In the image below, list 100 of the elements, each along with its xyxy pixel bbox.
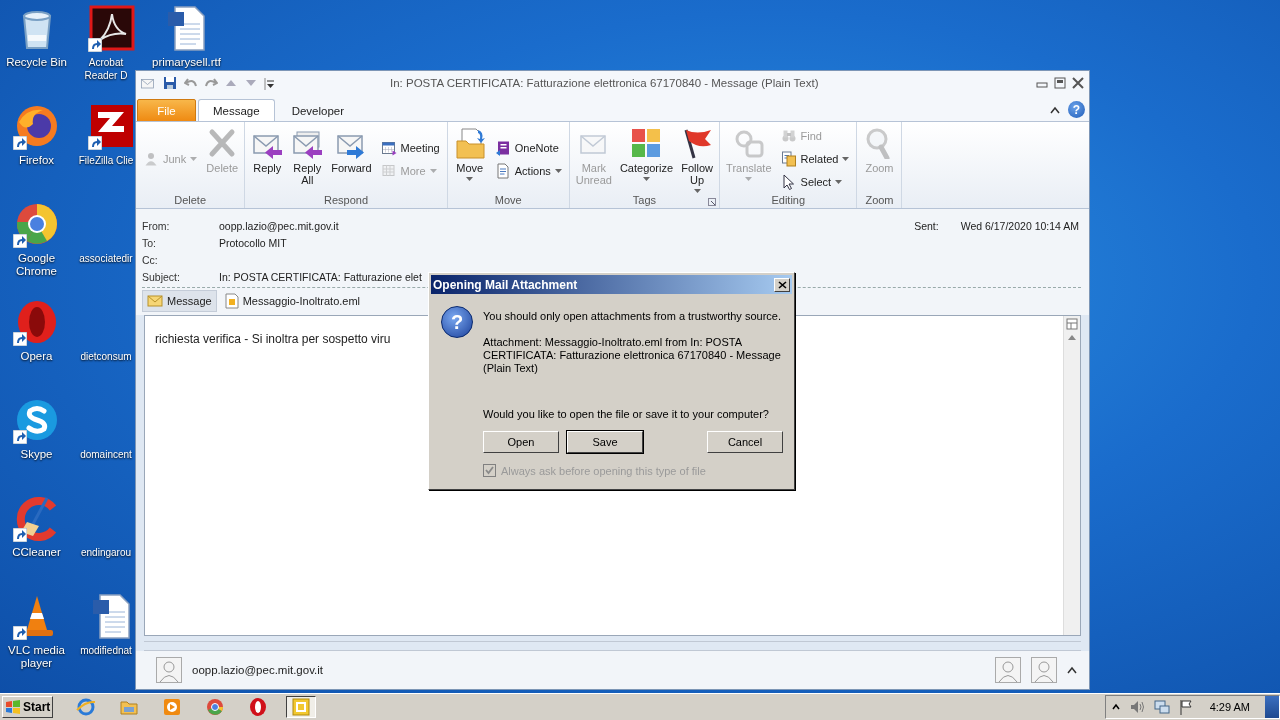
desktop-icon-label[interactable]: Skype (20, 448, 53, 461)
desktop-icon-label[interactable]: Google Chrome (0, 252, 73, 278)
scroll-up-icon[interactable] (1067, 333, 1077, 341)
ribbon-button[interactable]: Actions (492, 161, 564, 180)
customize-icon[interactable] (264, 76, 274, 90)
field-label: Sent: (914, 219, 939, 232)
browser-icon (76, 697, 96, 717)
message-body-text: richiesta verifica - Si inoltra per sospetto viru (155, 332, 391, 346)
desktop-icon-label[interactable]: endingarou (77, 546, 135, 559)
ribbon-button[interactable]: Related (778, 150, 852, 168)
attachment-details: Attachment: Messaggio-Inoltrato.eml from In: POSTA CERTIFICATA: Fatturazione elettronica 67170840 - Message (Plain Text) (483, 336, 782, 375)
cursor-icon (780, 174, 797, 190)
person-icon (143, 151, 159, 167)
note-icon (494, 139, 511, 156)
categories-icon (630, 127, 663, 159)
desktop-icon-label[interactable]: primarysell.rtf (152, 56, 221, 69)
ribbon-button[interactable]: Select (778, 173, 852, 191)
ribbon-button[interactable]: Categorize (616, 124, 677, 181)
desktop-icon-label[interactable]: VLC media player (0, 644, 73, 670)
desktop-icon-label[interactable]: Firefox (18, 154, 55, 167)
network-icon[interactable] (1153, 699, 1170, 715)
mail-app-icon (291, 697, 311, 717)
close-button[interactable] (774, 277, 790, 292)
field-label: Cc: (142, 253, 159, 266)
desktop-icon-label[interactable]: domaincent (77, 448, 135, 461)
flag-icon[interactable] (1178, 699, 1193, 715)
folder-icon (453, 127, 486, 159)
caret-icon (842, 157, 850, 161)
ribbon-tab[interactable]: Message (198, 99, 275, 122)
ribbon-button[interactable]: Forward (328, 124, 375, 174)
envelope-icon (147, 293, 163, 309)
ribbon-group-label: Editing (771, 194, 806, 206)
avatar-icon (995, 657, 1021, 683)
desktop-icon-label[interactable]: dietconsum (77, 350, 135, 363)
collapse-icon[interactable] (1050, 105, 1060, 114)
ribbon-tab[interactable]: Developer (276, 99, 360, 122)
binoculars-icon (780, 128, 797, 144)
close-icon (777, 280, 787, 289)
ribbon-group-label: Tags (632, 194, 657, 206)
expand-icon[interactable] (1067, 666, 1077, 674)
desktop-icon-label[interactable]: Opera (20, 350, 53, 363)
maximize-icon[interactable] (1053, 77, 1067, 89)
save-icon[interactable] (162, 75, 178, 91)
desktop-icon-label[interactable]: Acrobat Reader D (77, 56, 135, 82)
calendar-icon (380, 139, 397, 156)
question-icon: ? (441, 306, 473, 338)
check-icon (485, 466, 494, 475)
caret-icon (429, 168, 437, 173)
ribbon-button[interactable]: Follow Up (678, 124, 717, 193)
scrollbar[interactable] (1063, 316, 1080, 635)
ribbon-button[interactable]: OneNote (492, 138, 564, 157)
pane-icon[interactable] (1066, 318, 1078, 330)
caret-icon (693, 189, 701, 193)
warning-text: You should only open attachments from a trustworthy source. (483, 310, 782, 322)
start-button[interactable]: Start (2, 696, 53, 718)
ribbon-group-label: Move (494, 194, 522, 206)
caret-icon (466, 177, 474, 181)
table-icon (380, 162, 397, 179)
field-label: Subject: (142, 270, 181, 283)
dialog-button[interactable]: Open (483, 431, 559, 453)
desktop-icon-label[interactable]: CCleaner (12, 546, 61, 559)
attachment-tab[interactable]: Message (142, 290, 217, 312)
avatar-icon (1031, 657, 1057, 683)
browser-icon (205, 697, 225, 717)
caret-icon (554, 168, 562, 173)
field-value: Protocollo MIT (219, 236, 287, 249)
field-label: From: (142, 219, 171, 232)
document-icon (494, 162, 511, 179)
caret-icon (835, 180, 843, 184)
browser-icon (248, 697, 268, 717)
ribbon-group-label: Respond (323, 194, 368, 206)
show-hidden-icon[interactable] (1111, 703, 1120, 711)
ribbon-group-label: Zoom (865, 194, 894, 206)
field-value: In: POSTA CERTIFICATA: Fatturazione elet (219, 270, 422, 283)
desktop-icon-label[interactable]: Recycle Bin (6, 56, 67, 69)
caret-icon (643, 177, 650, 181)
ribbon-group-label: Delete (174, 194, 206, 206)
file-icon (224, 293, 239, 309)
pdf-reader-icon[interactable] (87, 4, 136, 52)
avatar-icon (156, 657, 182, 683)
clock[interactable]: 4:29 AM (1209, 701, 1250, 713)
ribbon-button[interactable]: Meeting (378, 138, 442, 157)
attachment-tab[interactable]: Messaggio-Inoltrato.eml (219, 290, 366, 312)
desktop-icon-label[interactable]: modifiednat (77, 644, 135, 657)
ribbon-button[interactable]: Move (450, 124, 489, 181)
documents-icon (780, 151, 797, 167)
field-value: oopp.lazio@pec.mit.gov.it (219, 219, 339, 232)
speaker-icon[interactable] (1128, 699, 1145, 715)
dialog-button[interactable]: Save (567, 431, 643, 453)
dialog-button[interactable]: Cancel (707, 431, 783, 453)
desktop-icon-label[interactable]: FileZilla Clie (77, 154, 135, 167)
window-title: In: POSTA CERTIFICATA: Fatturazione elettronica 67170840 - Message (Plain Text) (389, 77, 820, 89)
desktop-icon-label[interactable]: associatedir (77, 252, 135, 265)
windows-logo-icon (5, 700, 21, 714)
ribbon-button[interactable]: Reply (248, 124, 287, 174)
taskbar-button[interactable] (286, 696, 316, 718)
dialog-launcher-icon[interactable] (708, 198, 717, 206)
close-icon[interactable] (1071, 77, 1085, 89)
ribbon-button[interactable]: Reply All (288, 124, 327, 186)
dialog-title: Opening Mail Attachment (433, 277, 579, 292)
